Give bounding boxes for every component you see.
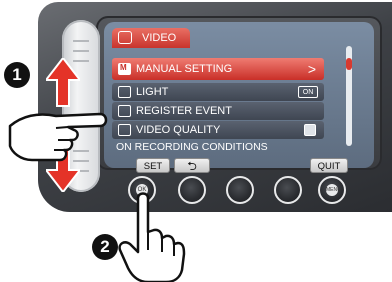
menu-item-label: REGISTER EVENT <box>136 105 232 117</box>
video-quality-icon <box>118 124 131 136</box>
hardware-button-4[interactable] <box>274 176 302 204</box>
quit-button[interactable]: QUIT <box>310 158 348 173</box>
step-2-badge: 2 <box>92 234 118 260</box>
chevron-right-icon: > <box>307 61 316 77</box>
menu-item-light[interactable]: LIGHT ON <box>112 83 324 101</box>
manual-setting-icon: M <box>118 63 131 75</box>
tab-label: VIDEO <box>142 32 177 44</box>
slider-groove <box>73 40 89 42</box>
register-event-icon <box>118 105 131 117</box>
step-1-badge: 1 <box>4 62 30 88</box>
pointing-hand-icon <box>8 112 108 162</box>
back-button[interactable]: ⮌ <box>174 158 210 173</box>
scrollbar-thumb[interactable] <box>346 58 352 70</box>
slider-groove <box>73 50 89 52</box>
menu-item-manual-setting[interactable]: M MANUAL SETTING > <box>112 58 324 80</box>
light-icon <box>118 86 131 98</box>
hardware-button-3[interactable] <box>226 176 254 204</box>
on-status-badge: ON <box>298 86 318 98</box>
menu-item-register-event[interactable]: REGISTER EVENT <box>112 102 324 120</box>
menu-item-label: MANUAL SETTING <box>136 63 233 75</box>
menu-label: MENU <box>326 184 341 196</box>
menu-item-video-quality[interactable]: VIDEO QUALITY <box>112 121 324 139</box>
pressing-hand-icon <box>118 192 186 282</box>
quality-setting-icon <box>304 124 316 136</box>
menu-item-label: LIGHT <box>136 86 169 98</box>
set-button[interactable]: SET <box>136 158 170 173</box>
menu-hardware-button[interactable]: MENU <box>318 176 346 204</box>
video-camera-icon <box>118 31 132 44</box>
menu-tab-video[interactable]: VIDEO <box>112 28 190 48</box>
menu-item-label: VIDEO QUALITY <box>136 124 221 136</box>
menu-item-recording-conditions[interactable]: ON RECORDING CONDITIONS <box>116 141 268 153</box>
